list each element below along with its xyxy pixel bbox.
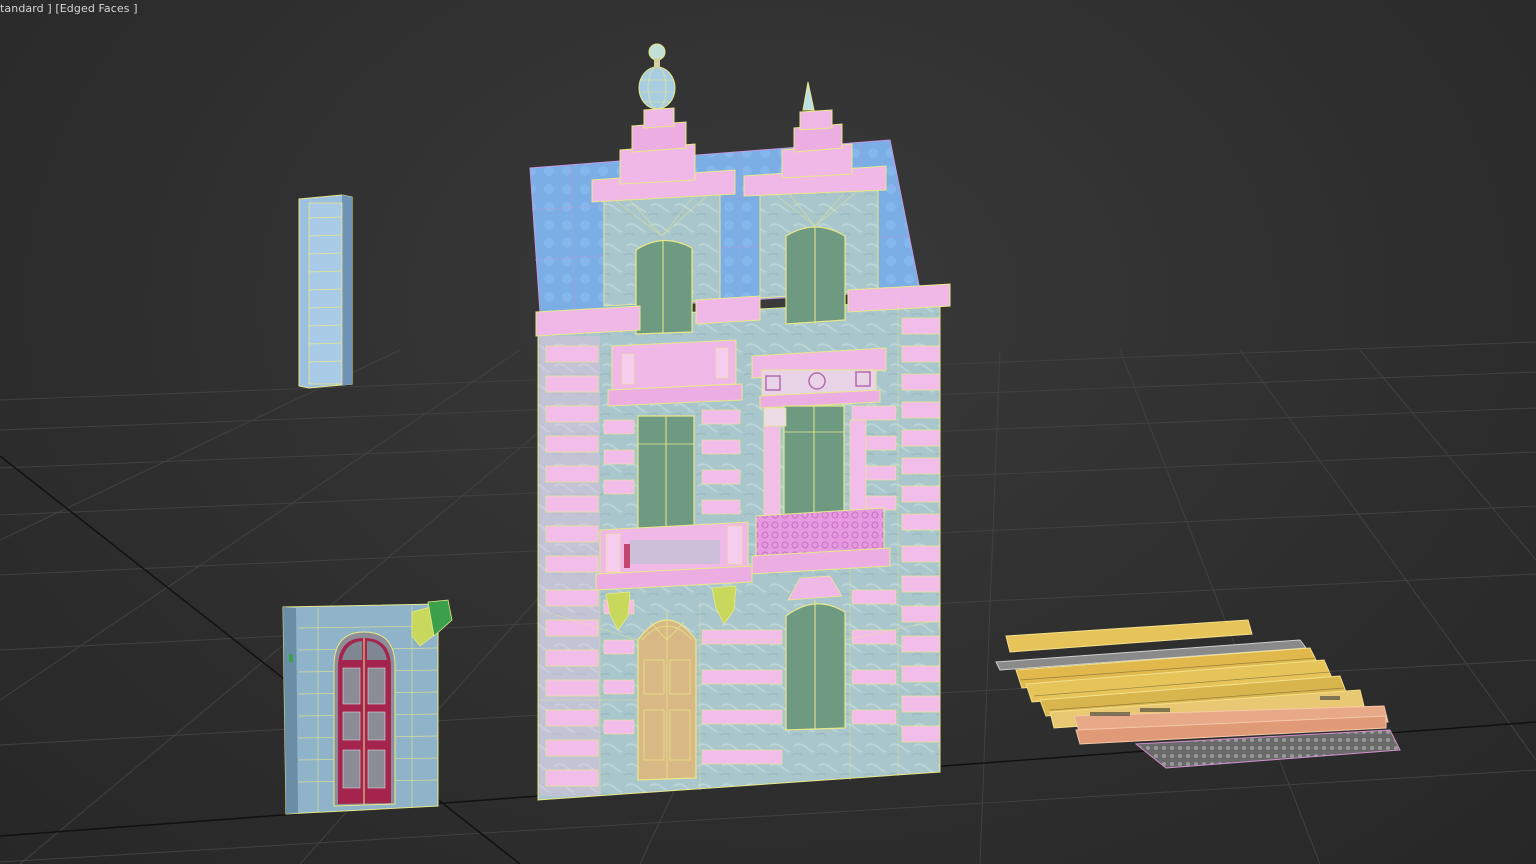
window-shutter-panel[interactable]: [298, 194, 353, 389]
roof-spire: [802, 81, 815, 111]
right-pilaster: [901, 317, 941, 743]
roof-finial-orb: [638, 43, 676, 110]
entrance-door-module[interactable]: [282, 599, 453, 815]
left-pilaster: [540, 336, 600, 796]
viewport-scene[interactable]: [0, 0, 1536, 864]
trim-and-railing-parts[interactable]: [995, 619, 1401, 769]
3d-viewport[interactable]: tandard ] [Edged Faces ]: [0, 0, 1536, 864]
townhouse-facade[interactable]: [529, 43, 951, 801]
